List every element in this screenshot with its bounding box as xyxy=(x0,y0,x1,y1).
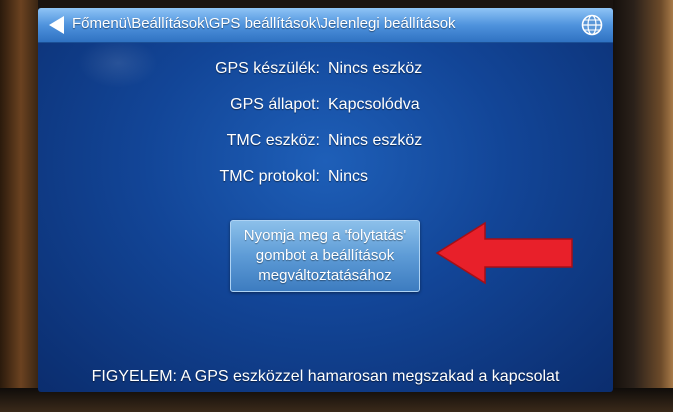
continue-button[interactable]: Nyomja meg a 'folytatás' gombot a beállí… xyxy=(230,220,420,292)
settings-info: GPS készülék: Nincs eszköz GPS állapot: … xyxy=(38,60,613,204)
globe-icon xyxy=(581,14,603,36)
back-arrow-icon xyxy=(49,16,64,34)
connection-warning: FIGYELEM: A GPS eszközzel hamarosan megs… xyxy=(91,368,560,385)
info-row-tmc-protocol: TMC protokol: Nincs xyxy=(38,168,613,204)
device-bezel-left xyxy=(0,0,38,412)
globe-button[interactable] xyxy=(581,14,603,36)
breadcrumb: Főmenü\Beállítások\GPS beállítások\Jelen… xyxy=(72,15,456,32)
back-button[interactable] xyxy=(44,13,68,37)
device-bezel-right xyxy=(613,0,673,412)
info-label: GPS állapot: xyxy=(230,96,320,113)
info-value: Nincs eszköz xyxy=(328,132,423,149)
info-value: Nincs xyxy=(328,168,369,185)
info-label: TMC protokol: xyxy=(219,168,320,185)
info-row-gps-device: GPS készülék: Nincs eszköz xyxy=(38,60,613,96)
info-row-gps-status: GPS állapot: Kapcsolódva xyxy=(38,96,613,132)
info-value: Nincs eszköz xyxy=(328,60,423,77)
navigation-screen: Főmenü\Beállítások\GPS beállítások\Jelen… xyxy=(38,8,613,392)
info-label: TMC eszköz: xyxy=(226,132,320,149)
info-label: GPS készülék: xyxy=(215,60,320,77)
red-pointer-arrow-icon xyxy=(435,221,573,285)
title-bar: Főmenü\Beállítások\GPS beállítások\Jelen… xyxy=(38,8,613,43)
info-row-tmc-device: TMC eszköz: Nincs eszköz xyxy=(38,132,613,168)
info-value: Kapcsolódva xyxy=(328,96,420,113)
